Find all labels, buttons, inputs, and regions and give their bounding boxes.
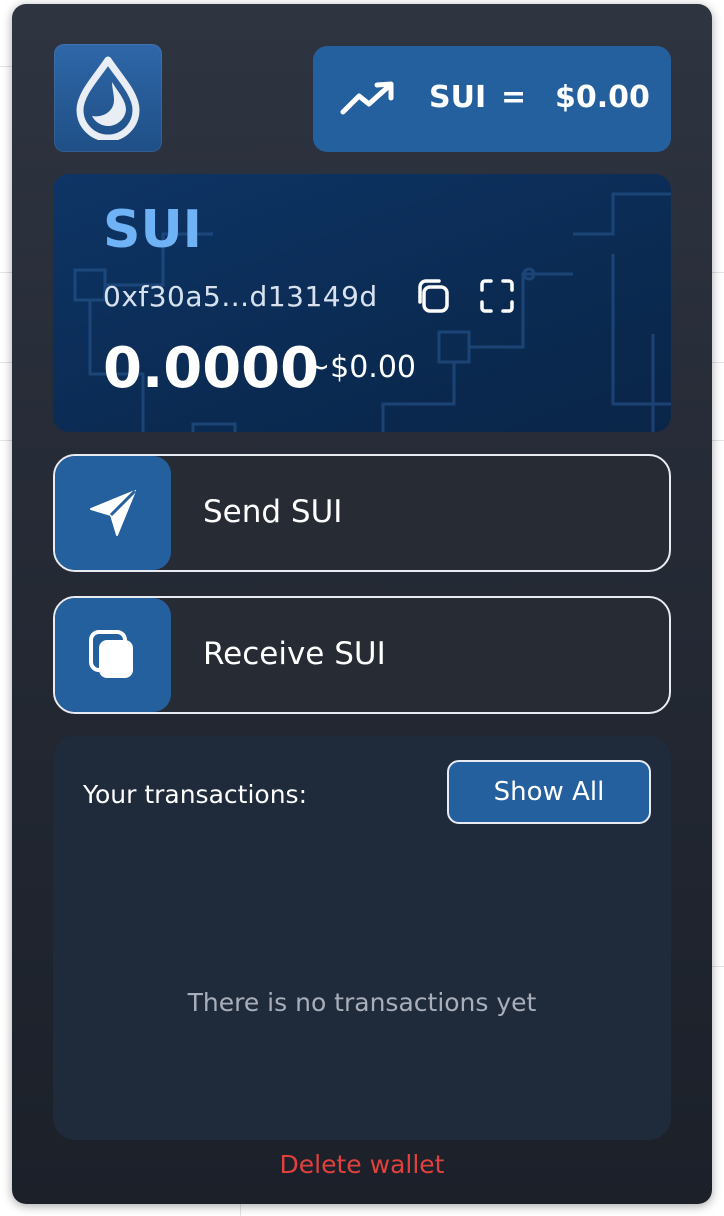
transactions-empty-state: There is no transactions yet xyxy=(187,988,537,1017)
price-symbol: SUI xyxy=(429,80,487,115)
wallet-popup: SUI = $0.00 SUI 0xf30a5...d13149d 0.0000… xyxy=(12,4,712,1204)
balance-card: SUI 0xf30a5...d13149d 0.0000 ~$0.00 xyxy=(53,174,671,432)
price-value: $0.00 xyxy=(555,80,650,115)
receive-cards-icon xyxy=(55,598,171,712)
receive-button[interactable]: Receive SUI xyxy=(53,596,671,714)
card-token-title: SUI xyxy=(103,200,203,260)
price-equals: = xyxy=(501,80,527,115)
show-all-button[interactable]: Show All xyxy=(447,760,651,824)
bg-divider xyxy=(0,66,12,67)
bg-divider xyxy=(712,362,724,363)
delete-wallet-link[interactable]: Delete wallet xyxy=(12,1150,712,1179)
expand-icon[interactable] xyxy=(479,278,515,314)
price-ticker: SUI = $0.00 xyxy=(313,46,671,152)
copy-icon[interactable] xyxy=(415,278,451,314)
sui-drop-icon xyxy=(54,44,162,152)
receive-label: Receive SUI xyxy=(203,636,386,672)
bg-divider xyxy=(0,272,12,273)
bg-divider xyxy=(0,362,12,363)
balance-usd: ~$0.00 xyxy=(305,350,417,385)
bg-divider xyxy=(240,1204,241,1216)
send-arrow-icon xyxy=(55,456,171,570)
send-label: Send SUI xyxy=(203,494,343,530)
transactions-heading: Your transactions: xyxy=(83,780,307,809)
wallet-address: 0xf30a5...d13149d xyxy=(103,280,378,313)
bg-divider xyxy=(712,272,724,273)
token-balance: 0.0000 xyxy=(103,336,320,401)
transactions-panel: Your transactions: Show All There is no … xyxy=(53,736,671,1140)
bg-divider xyxy=(0,440,12,441)
bg-divider xyxy=(712,966,724,967)
send-button[interactable]: Send SUI xyxy=(53,454,671,572)
bg-divider xyxy=(712,440,724,441)
trending-up-icon xyxy=(339,78,397,122)
